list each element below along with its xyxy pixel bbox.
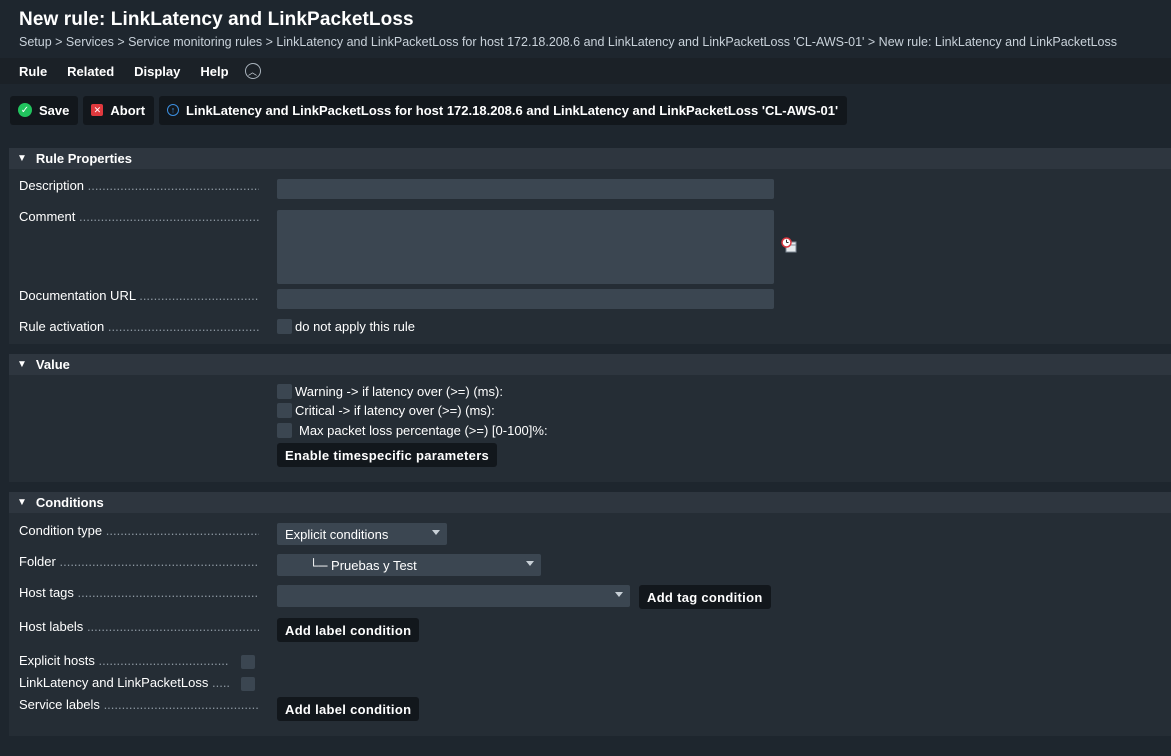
rule-properties-section: ▼ Rule Properties Description ..........… [9, 148, 1171, 344]
rule-properties-header[interactable]: ▼ Rule Properties [9, 148, 1171, 169]
abort-label: Abort [110, 102, 146, 118]
value-section: ▼ Value Warning -> if latency over (>=) … [9, 354, 1171, 482]
enable-timespecific-button[interactable]: Enable timespecific parameters [277, 443, 498, 467]
close-square-icon: ✕ [91, 104, 104, 116]
comment-label: Comment ................................… [19, 209, 259, 224]
collapse-triangle-icon: ▼ [17, 359, 27, 370]
chevron-down-icon [526, 561, 534, 566]
packet-loss-checkbox[interactable] [277, 423, 292, 438]
conditions-header[interactable]: ▼ Conditions [9, 492, 1171, 513]
folder-label: Folder .................................… [19, 554, 259, 569]
menu-related[interactable]: Related [67, 64, 114, 79]
menu-help[interactable]: Help [200, 64, 228, 79]
save-button[interactable]: ✓ Save [10, 95, 79, 125]
service-labels-label: Service labels .........................… [19, 697, 259, 712]
breadcrumb[interactable]: Setup > Services > Service monitoring ru… [19, 35, 1152, 49]
folder-select[interactable]: └─ Pruebas y Test [277, 554, 541, 576]
page-title: New rule: LinkLatency and LinkPacketLoss [19, 9, 414, 30]
doc-url-label: Documentation URL ......................… [19, 288, 259, 303]
save-label: Save [39, 102, 70, 118]
clock-calendar-icon[interactable] [781, 237, 797, 253]
menu-bar: Rule Related Display Help ︿ [0, 58, 1171, 84]
packet-loss-text: Max packet loss percentage (>=) [0-100]%… [299, 423, 548, 438]
abort-button[interactable]: ✕ Abort [83, 95, 155, 125]
collapse-triangle-icon: ▼ [17, 497, 27, 508]
chevron-up-icon[interactable]: ︿ [244, 63, 261, 79]
value-header[interactable]: ▼ Value [9, 354, 1171, 375]
explicit-hosts-label: Explicit hosts .........................… [19, 653, 229, 668]
value-title: Value [35, 357, 70, 372]
context-link-button[interactable]: ↑ LinkLatency and LinkPacketLoss for hos… [159, 95, 848, 125]
host-tags-select[interactable] [277, 585, 630, 607]
chevron-down-icon [432, 530, 440, 535]
warning-checkbox[interactable] [277, 384, 292, 399]
doc-url-input[interactable] [277, 289, 774, 309]
action-bar: ✓ Save ✕ Abort ↑ LinkLatency and LinkPac… [0, 91, 1171, 129]
explicit-hosts-checkbox[interactable] [241, 655, 255, 669]
folder-value: └─ Pruebas y Test [309, 557, 417, 573]
critical-text: Critical -> if latency over (>=) (ms): [295, 403, 495, 418]
add-host-label-condition-button[interactable]: Add label condition [277, 618, 420, 642]
add-service-label-condition-button[interactable]: Add label condition [277, 697, 420, 721]
check-circle-icon: ✓ [18, 103, 32, 117]
rule-properties-title: Rule Properties [35, 151, 132, 166]
disable-rule-text: do not apply this rule [295, 319, 415, 334]
disable-rule-checkbox[interactable] [277, 319, 292, 334]
conditions-section: ▼ Conditions Condition type ............… [9, 492, 1171, 736]
explicit-services-checkbox[interactable] [241, 677, 255, 691]
comment-textarea[interactable] [277, 210, 774, 284]
explicit-services-label: LinkLatency and LinkPacketLoss .........… [19, 675, 229, 690]
menu-rule[interactable]: Rule [19, 64, 47, 79]
info-icon: ↑ [167, 104, 180, 116]
host-labels-label: Host labels ............................… [19, 619, 259, 634]
bottom-spacer [0, 737, 1171, 756]
chevron-down-icon [615, 592, 623, 597]
title-bar: New rule: LinkLatency and LinkPacketLoss… [0, 0, 1171, 58]
conditions-title: Conditions [35, 495, 104, 510]
collapse-triangle-icon: ▼ [17, 153, 27, 164]
add-tag-condition-button[interactable]: Add tag condition [639, 585, 771, 609]
critical-checkbox[interactable] [277, 403, 292, 418]
condition-type-value: Explicit conditions [285, 526, 389, 542]
menu-display[interactable]: Display [134, 64, 180, 79]
condition-type-label: Condition type .........................… [19, 523, 259, 538]
context-label: LinkLatency and LinkPacketLoss for host … [186, 102, 839, 118]
condition-type-select[interactable]: Explicit conditions [277, 523, 447, 545]
activation-label: Rule activation ........................… [19, 319, 259, 334]
warning-text: Warning -> if latency over (>=) (ms): [295, 384, 503, 399]
description-label: Description ............................… [19, 178, 259, 193]
host-tags-label: Host tags ..............................… [19, 585, 259, 600]
description-input[interactable] [277, 179, 774, 199]
